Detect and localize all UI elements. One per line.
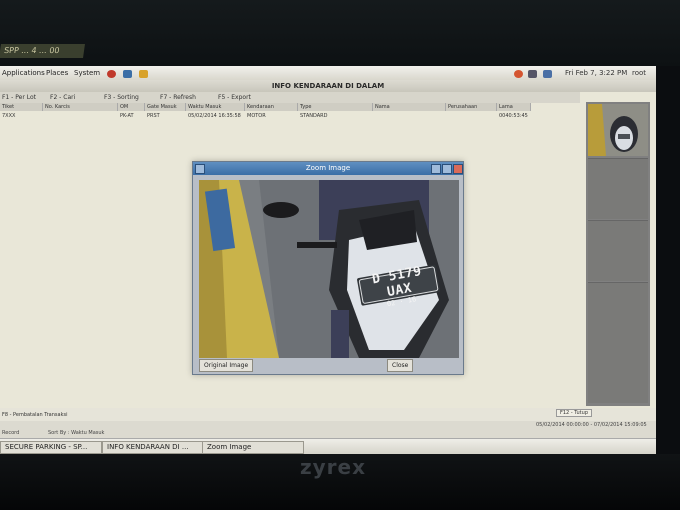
cell-om: PK-AT: [120, 113, 134, 119]
toolbar-export[interactable]: F5 - Export: [218, 94, 251, 101]
col-kendaraan[interactable]: Kendaraan: [245, 103, 298, 111]
update-icon[interactable]: [514, 70, 523, 78]
zoom-dialog-title: Zoom Image: [193, 162, 463, 175]
mail-icon[interactable]: [123, 70, 132, 78]
task-zoom-image[interactable]: Zoom Image: [202, 441, 304, 454]
panel-user[interactable]: root: [632, 69, 646, 77]
menu-system[interactable]: System: [74, 69, 100, 77]
cell-kendaraan: MOTOR: [247, 113, 266, 119]
window-menu-icon[interactable]: [195, 164, 205, 174]
status-bar: F8 - Pembatalan Transaksi F12 - Tutup: [0, 408, 656, 421]
screen: Applications Places System Fri Feb 7, 3:…: [0, 66, 656, 454]
camera-slot-3[interactable]: [588, 282, 648, 403]
toolbar-sorting[interactable]: F3 - Sorting: [104, 94, 139, 101]
vehicle-table: Tiket No. Karcis OM Gate Masuk Waktu Mas…: [0, 103, 531, 123]
volume-icon[interactable]: [528, 70, 537, 78]
cancel-transaction-label[interactable]: F8 - Pembatalan Transaksi: [2, 412, 67, 418]
task-info-kendaraan[interactable]: INFO KENDARAAN DI ...: [102, 441, 204, 454]
record-bar: Record Sort By : Waktu Masuk 05/02/2014 …: [0, 421, 656, 438]
date-range: 05/02/2014 00:00:00 - 07/02/2014 15:09:0…: [536, 422, 647, 428]
cell-gate: PRST: [147, 113, 160, 119]
col-perusahaan[interactable]: Perusahaan: [446, 103, 497, 111]
monitor-brand-logo: zyrex: [300, 455, 367, 479]
thumbnail-image: [588, 104, 648, 156]
monitor-bezel-right: [656, 66, 680, 454]
notes-icon[interactable]: [139, 70, 148, 78]
task-secure-parking[interactable]: SECURE PARKING - SP...: [0, 441, 102, 454]
camera-side-panel: [586, 102, 650, 406]
toolbar-refresh[interactable]: F7 - Refresh: [160, 94, 196, 101]
close-button[interactable]: Close: [387, 359, 414, 372]
record-label: Record: [2, 430, 20, 436]
camera-thumbnail[interactable]: [588, 104, 648, 156]
col-waktu[interactable]: Waktu Masuk: [186, 103, 245, 111]
menu-places[interactable]: Places: [46, 69, 68, 77]
col-nama[interactable]: Nama: [373, 103, 446, 111]
bezel-sticker: SPP ... 4 ... 00: [0, 44, 85, 58]
camera-slot-1[interactable]: [588, 158, 648, 219]
window-title: INFO KENDARAAN DI DALAM: [0, 80, 656, 92]
toolbar-per-lot[interactable]: F1 - Per Lot: [2, 94, 36, 101]
original-image-button[interactable]: Original Image: [199, 359, 254, 372]
minimize-icon[interactable]: [431, 164, 441, 174]
camera-slot-2[interactable]: [588, 220, 648, 281]
network-icon[interactable]: [543, 70, 552, 78]
menu-applications[interactable]: Applications: [2, 69, 45, 77]
tutup-button[interactable]: F12 - Tutup: [556, 409, 592, 417]
col-lama[interactable]: Lama: [497, 103, 531, 111]
monitor-bezel-top: [0, 0, 680, 66]
close-icon[interactable]: [453, 164, 463, 174]
col-tiket[interactable]: Tiket: [0, 103, 43, 111]
cell-tiket: 7XXX: [2, 113, 16, 119]
zoom-dialog-footer: Original Image Close: [199, 359, 457, 372]
taskbar: SECURE PARKING - SP... INFO KENDARAAN DI…: [0, 438, 656, 454]
cell-lama: 0040:53:45: [499, 113, 528, 119]
zoomed-photo: D 5179 UAX 02 · 16: [199, 180, 459, 358]
top-panel: Applications Places System Fri Feb 7, 3:…: [0, 66, 656, 81]
sort-label: Sort By : Waktu Masuk: [48, 430, 105, 436]
toolbar: F1 - Per Lot F2 - Cari F3 - Sorting F7 -…: [0, 92, 580, 103]
browser-icon[interactable]: [107, 70, 116, 78]
panel-clock[interactable]: Fri Feb 7, 3:22 PM: [565, 69, 627, 77]
col-karcis[interactable]: No. Karcis: [43, 103, 118, 111]
col-om[interactable]: OM: [118, 103, 145, 111]
toolbar-cari[interactable]: F2 - Cari: [50, 94, 75, 101]
maximize-icon[interactable]: [442, 164, 452, 174]
cell-type: STANDARD: [300, 113, 328, 119]
col-gate[interactable]: Gate Masuk: [145, 103, 186, 111]
col-type[interactable]: Type: [298, 103, 373, 111]
cell-waktu: 05/02/2014 16:35:58: [188, 113, 241, 119]
zoom-image-dialog: Zoom Image D 5179 UAX 02 · 16 Original I…: [192, 161, 464, 375]
